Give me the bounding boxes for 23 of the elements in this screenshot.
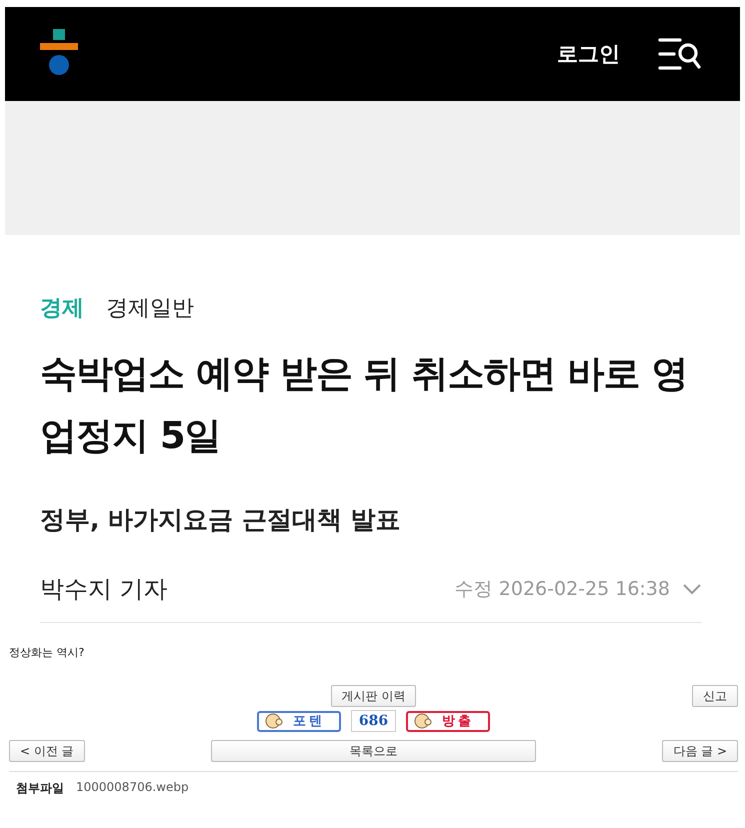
headline: 숙박업소 예약 받은 뒤 취소하면 바로 영업정지 5일 <box>40 351 688 459</box>
login-link[interactable]: 로그인 <box>557 40 620 68</box>
updated-time: 수정 2026-02-25 16:38 <box>454 577 670 602</box>
face-icon <box>414 713 432 729</box>
attachment-label: 첨부파일 <box>16 780 64 797</box>
face-icon <box>264 713 283 729</box>
post-text: 정상화는 역시? <box>9 645 86 661</box>
menu-search-icon[interactable] <box>658 37 702 71</box>
report-button[interactable]: 신고 <box>692 685 738 707</box>
attachment-link[interactable]: 1000008706.webp <box>76 780 189 797</box>
subsection-label: 경제일반 <box>106 295 194 323</box>
downvote-button[interactable]: 방출 <box>406 710 490 732</box>
next-post-button[interactable]: 다음 글 > <box>662 740 738 762</box>
vote-count: 686 <box>350 710 396 732</box>
upvote-button[interactable]: 포텐 <box>256 710 341 732</box>
history-button[interactable]: 게시판 이력 <box>330 685 416 707</box>
author-name: 박수지 기자 <box>40 574 168 605</box>
prev-post-button[interactable]: < 이전 글 <box>9 740 85 762</box>
section-label: 경제 <box>40 295 84 323</box>
subheadline: 정부, 바가지요금 근절대책 발표 <box>40 504 402 536</box>
logo-icon <box>40 29 78 77</box>
chevron-down-icon[interactable] <box>682 583 702 595</box>
list-button[interactable]: 목록으로 <box>211 740 536 762</box>
